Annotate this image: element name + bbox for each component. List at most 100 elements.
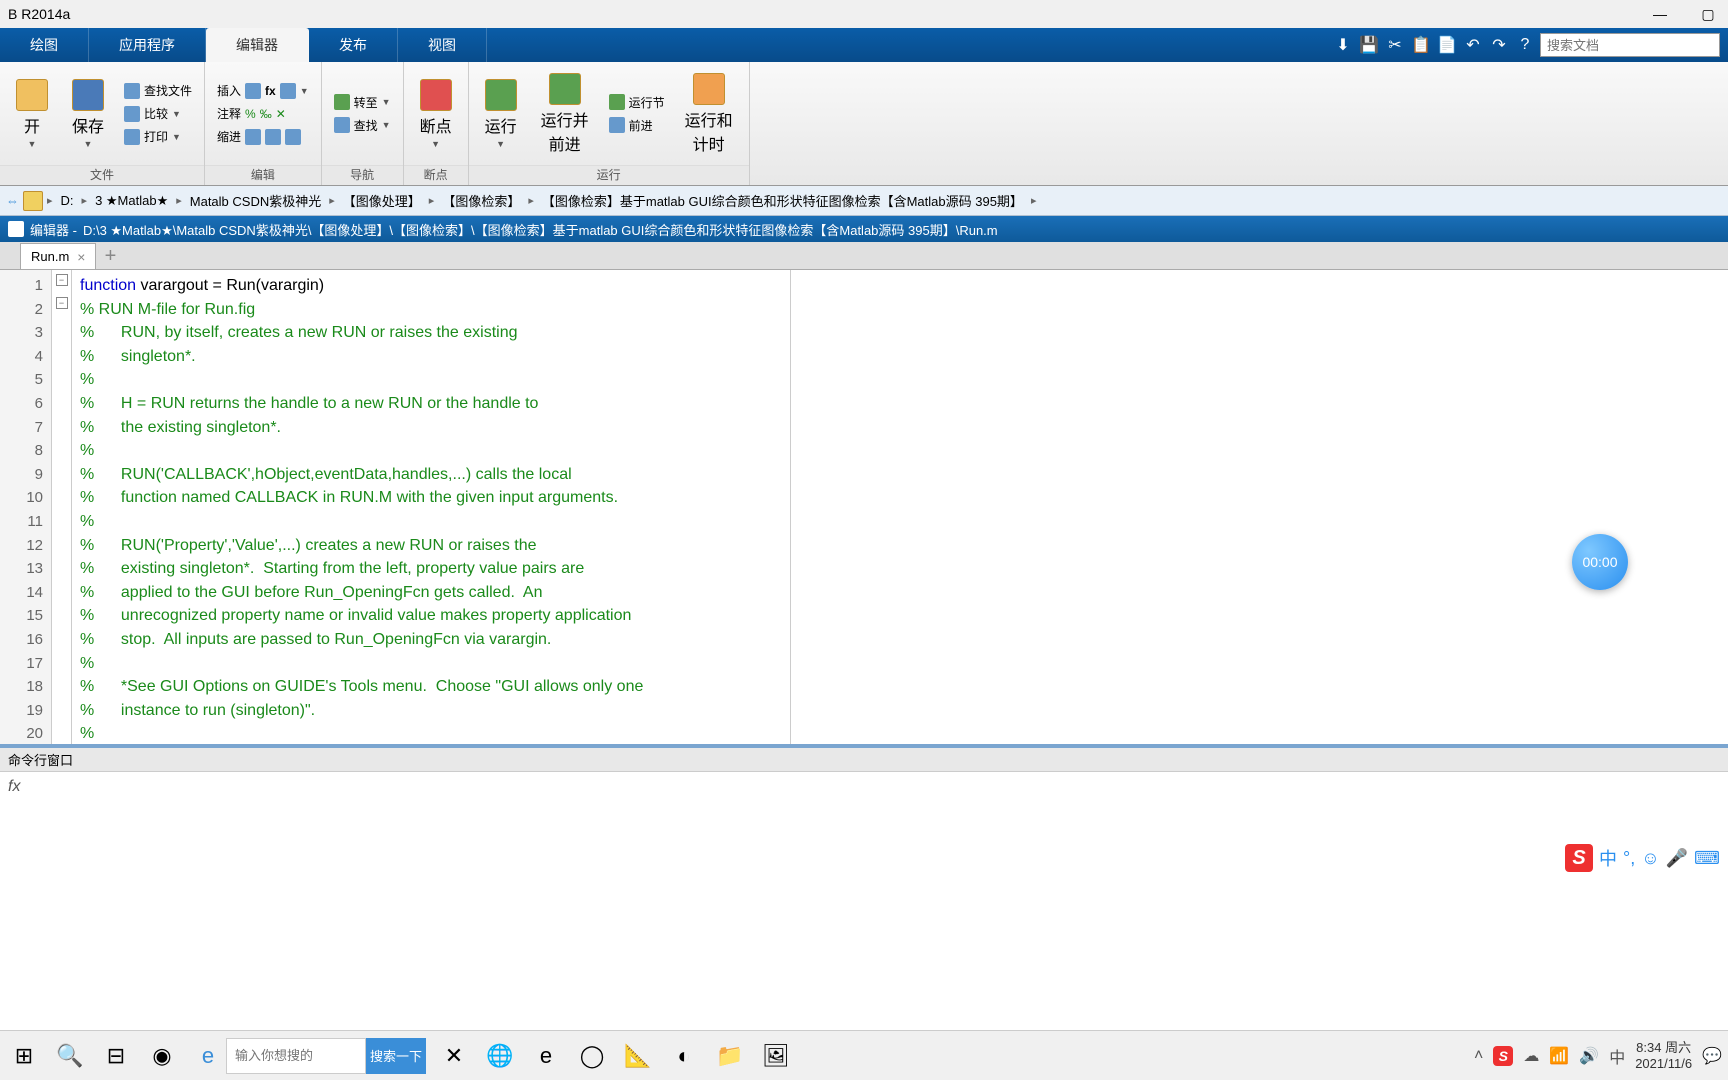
breakpoint-button[interactable]: 断点▼ [412, 75, 460, 153]
search-icon[interactable]: 🔍 [52, 1038, 88, 1074]
matlab-icon[interactable]: 📐 [620, 1038, 656, 1074]
taskbar-search-input[interactable] [226, 1038, 366, 1074]
tab-apps[interactable]: 应用程序 [89, 28, 206, 62]
ie-icon[interactable]: e [528, 1038, 564, 1074]
path-seg[interactable]: 3 ★Matlab★ [91, 191, 172, 211]
qat-help-icon[interactable]: ? [1514, 34, 1536, 56]
fold-toggle[interactable]: − [56, 274, 68, 286]
chevron-down-icon: ▼ [84, 139, 93, 149]
run-section-button[interactable]: 运行节 [605, 92, 669, 113]
run-time-button[interactable]: 运行和 计时 [677, 69, 741, 159]
qat-icon[interactable]: ⬇ [1332, 34, 1354, 56]
path-seg[interactable]: D: [57, 191, 78, 210]
qat-paste-icon[interactable]: 📄 [1436, 34, 1458, 56]
qat-copy-icon[interactable]: 📋 [1410, 34, 1432, 56]
line-numbers: 1234567891011121314151617181920 [0, 270, 52, 744]
chevron-down-icon: ▼ [172, 132, 181, 142]
photos-icon[interactable]: 🖼 [758, 1038, 794, 1074]
play-icon [485, 79, 517, 111]
path-seg[interactable]: Matalb CSDN紫极神光 [186, 189, 325, 212]
tab-view[interactable]: 视图 [398, 28, 487, 62]
fold-toggle[interactable]: − [56, 297, 68, 309]
qat-undo-icon[interactable]: ↶ [1462, 34, 1484, 56]
browser-icon[interactable]: ◯ [574, 1038, 610, 1074]
advance-button[interactable]: 前进 [605, 115, 669, 136]
obs-icon[interactable]: ◉ [144, 1038, 180, 1074]
app-icon[interactable]: ✕ [436, 1038, 472, 1074]
editor-filepath: D:\3 ★Matlab★\Matalb CSDN紫极神光\【图像处理】\【图像… [83, 220, 998, 239]
ime-mic-icon[interactable]: 🎤 [1666, 848, 1688, 869]
document-icon [8, 221, 24, 237]
chevron-right-icon: ▸ [47, 194, 53, 207]
insert-button[interactable]: 插入 fx ▼ [213, 80, 313, 101]
find-button[interactable]: 查找▼ [330, 115, 395, 136]
app-title: B R2014a [8, 6, 70, 22]
edge-icon[interactable]: 🌐 [482, 1038, 518, 1074]
add-tab-button[interactable]: + [96, 243, 124, 269]
taskview-icon[interactable]: ⊟ [98, 1038, 134, 1074]
qat-save-icon[interactable]: 💾 [1358, 34, 1380, 56]
open-button[interactable]: 开▼ [8, 75, 56, 153]
goto-icon [334, 94, 350, 110]
group-bp-label: 断点 [404, 165, 468, 185]
tab-publish[interactable]: 发布 [309, 28, 398, 62]
print-button[interactable]: 打印▼ [120, 126, 196, 147]
findfile-button[interactable]: 查找文件 [120, 80, 196, 101]
timer-badge[interactable]: 00:00 [1572, 534, 1628, 590]
tab-editor[interactable]: 编辑器 [206, 28, 309, 62]
qat-cut-icon[interactable]: ✂ [1384, 34, 1406, 56]
chevron-down-icon: ▼ [300, 86, 309, 96]
explorer-icon[interactable]: 📁 [712, 1038, 748, 1074]
editor-tab[interactable]: Run.m × [20, 243, 96, 269]
run-button[interactable]: 运行▼ [477, 75, 525, 153]
command-window: 命令行窗口 fx [0, 744, 1728, 812]
command-prompt[interactable]: fx [0, 772, 1728, 812]
lang-icon[interactable]: 中 [1609, 1044, 1625, 1068]
app-icon[interactable]: ◐ [666, 1038, 702, 1074]
volume-icon[interactable]: 🔊 [1579, 1046, 1599, 1066]
search-docs-input[interactable] [1540, 33, 1720, 57]
sogou-tray-icon[interactable]: S [1493, 1046, 1513, 1066]
taskbar-search-button[interactable]: 搜索一下 [366, 1038, 426, 1074]
chevron-up-icon[interactable]: ˄ [1474, 1047, 1483, 1065]
start-button[interactable]: ⊞ [6, 1038, 42, 1074]
ime-keyboard-icon[interactable]: ⌨ [1694, 848, 1720, 869]
path-seg[interactable]: 【图像检索】基于matlab GUI综合颜色和形状特征图像检索【含Matlab源… [538, 189, 1027, 212]
path-seg[interactable]: 【图像处理】 [339, 189, 425, 212]
code-editor[interactable]: 1234567891011121314151617181920 − − func… [0, 270, 1728, 744]
chevron-down-icon: ▼ [431, 139, 440, 149]
compare-button[interactable]: 比较▼ [120, 103, 196, 124]
wifi-icon[interactable]: 📶 [1549, 1046, 1569, 1066]
tab-plot[interactable]: 绘图 [0, 28, 89, 62]
titlebar: B R2014a — ▢ [0, 0, 1728, 28]
comment-button[interactable]: 注释 % ‰ ✕ [213, 103, 313, 124]
save-button[interactable]: 保存▼ [64, 75, 112, 153]
maximize-button[interactable]: ▢ [1696, 4, 1720, 24]
path-seg[interactable]: 【图像检索】 [438, 189, 524, 212]
close-icon[interactable]: × [77, 249, 85, 265]
minimize-button[interactable]: — [1648, 4, 1672, 24]
chevron-down-icon: ▼ [496, 139, 505, 149]
group-file-label: 文件 [0, 165, 204, 185]
chevron-down-icon: ▼ [382, 97, 391, 107]
code-content[interactable]: function varargout = Run(varargin)% RUN … [72, 270, 1728, 744]
path-nav-icon[interactable]: ⇔ [6, 193, 19, 208]
sogou-ime-icon[interactable]: S [1565, 844, 1593, 872]
folder-icon[interactable] [23, 191, 43, 211]
chevron-down-icon: ▼ [382, 120, 391, 130]
print-icon [124, 129, 140, 145]
ime-lang-icon[interactable]: 中 [1599, 845, 1617, 871]
search-icon [334, 117, 350, 133]
ime-emoji-icon[interactable]: ☺ [1641, 848, 1659, 869]
goto-button[interactable]: 转至▼ [330, 92, 395, 113]
qat-redo-icon[interactable]: ↷ [1488, 34, 1510, 56]
notifications-icon[interactable]: 💬 [1702, 1046, 1722, 1066]
ime-punct-icon[interactable]: °, [1623, 848, 1635, 869]
ie-icon[interactable]: e [190, 1038, 226, 1074]
onedrive-icon[interactable]: ☁ [1523, 1046, 1539, 1066]
editor-title-bar: 编辑器 - D:\3 ★Matlab★\Matalb CSDN紫极神光\【图像处… [0, 216, 1728, 242]
taskbar-clock[interactable]: 8:34 周六 2021/11/6 [1635, 1040, 1692, 1072]
run-advance-button[interactable]: 运行并 前进 [533, 69, 597, 159]
indent-button[interactable]: 缩进 [213, 126, 313, 147]
clock-icon [693, 73, 725, 105]
